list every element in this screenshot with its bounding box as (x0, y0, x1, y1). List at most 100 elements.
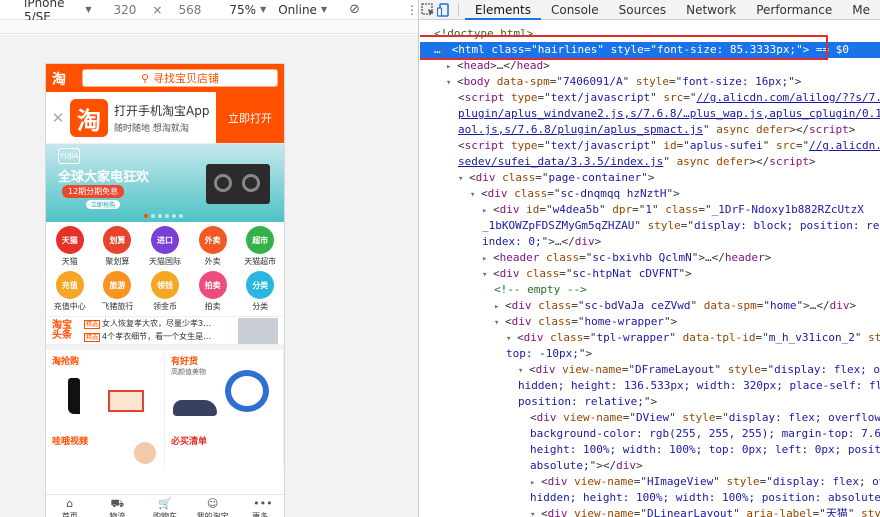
open-app-button[interactable]: 立即打开 (216, 92, 284, 143)
dom-node[interactable]: ▾ <div class="sc-htpNat cDVFNT"> (420, 266, 880, 282)
headline-logo: 淘宝 头条 (52, 320, 78, 341)
grid-item-label: 天猫超市 (244, 257, 277, 266)
promo-badge: YUJIA (58, 148, 80, 164)
dom-node[interactable]: <script type="text/javascript" id="aplus… (420, 138, 880, 154)
tab-console[interactable]: Console (541, 0, 609, 20)
tab-sources[interactable]: Sources (609, 0, 676, 20)
grid-item[interactable]: 进口 天猫国际 (141, 226, 189, 267)
tab-label: 首页 (61, 511, 78, 517)
more-options-icon[interactable]: ⋮ (406, 3, 418, 17)
width-input[interactable]: 320 (114, 3, 137, 17)
rotate-icon[interactable]: ⊘ (349, 2, 360, 17)
tab-label: 物流 (109, 511, 126, 517)
headline-text: 女人恢复孝大农，尽量少孝3… (102, 318, 212, 328)
height-input[interactable]: 568 (178, 3, 201, 17)
chevron-down-icon: ▼ (320, 5, 328, 14)
tab-home[interactable]: ⌂ 首页 (46, 495, 94, 517)
grid-item[interactable]: 超市 天猫超市 (236, 226, 284, 267)
tab-elements[interactable]: Elements (465, 0, 541, 20)
dom-node[interactable]: position: relative;"> (420, 394, 880, 410)
dom-node[interactable]: index: 0;">…</div> (420, 234, 880, 250)
search-placeholder: 寻找宝贝店铺 (153, 72, 220, 85)
dom-node[interactable]: height: 100%; width: 100%; top: 0px; lef… (420, 442, 880, 458)
dom-node[interactable]: ▾ <div view-name="DLinearLayout" aria-lab… (420, 506, 880, 517)
dom-node[interactable]: hidden; height: 136.533px; width: 320px;… (420, 378, 880, 394)
dom-node[interactable]: top: -10px;"> (420, 346, 880, 362)
taobao-app-icon: 淘 (70, 99, 108, 137)
dom-node[interactable]: background-color: rgb(255, 255, 255); ma… (420, 426, 880, 442)
dom-node[interactable]: hidden; height: 100%; width: 100%; posit… (420, 490, 880, 506)
ruler (0, 20, 418, 34)
device-toolbar-toggle-icon[interactable] (436, 0, 452, 20)
headline-text: 4个孝衣细节，看一个女生是… (102, 331, 212, 341)
promo-title: 全球大家电狂欢 (58, 170, 150, 185)
grid-item[interactable]: 充值 充值中心 (46, 271, 94, 312)
dom-node[interactable]: ▸ <div view-name="HImageView" style="disp… (420, 474, 880, 490)
close-icon[interactable]: ✕ (46, 92, 70, 143)
tab-logistics[interactable]: ⛟ 物流 (94, 495, 142, 517)
taobao-logo[interactable]: 淘 (52, 69, 74, 88)
search-bar[interactable]: ⚲ 寻找宝贝店铺 (82, 69, 278, 87)
grid-item[interactable]: 分类 分类 (236, 271, 284, 312)
tab-label: 更多 (252, 511, 269, 517)
dom-node[interactable]: ▾ <body data-spm="7406091/A" style="font-… (420, 74, 880, 90)
category-icon: 分类 (246, 271, 275, 299)
headline-item[interactable]: 精选 女人恢复孝大农，尽量少孝3… (84, 318, 232, 331)
tab-my-taobao[interactable]: ☺ 我的淘宝 (189, 495, 237, 517)
dom-node[interactable]: sedev/sufei_data/3.3.5/index.js" async d… (420, 154, 880, 170)
tab-network[interactable]: Network (676, 0, 746, 20)
category-icon-grid: 天猫 天猫 划算 聚划算 进口 天猫国际 外卖 外卖 超市天猫超市充值 充值中心 旅游 飞猪旅行 领钱领… (46, 222, 284, 316)
network-throttle-select[interactable]: Online ▼ (278, 3, 327, 17)
grid-item[interactable]: 划算 聚划算 (94, 226, 142, 267)
dom-node[interactable]: ▾ <div class="sc-dnqmqq hzNztH"> (420, 186, 880, 202)
dom-node[interactable]: ▸ <div id="w4dea5b" dpr="1" class="_1DrF-… (420, 202, 880, 218)
tab-performance[interactable]: Performance (746, 0, 842, 20)
grid-item-label: 天猫国际 (148, 257, 181, 266)
zoom-value: 75% (229, 2, 257, 17)
grid-item[interactable]: 拍卖 拍卖 (189, 271, 237, 312)
dom-node[interactable]: plugin/aplus_windvane2.js,s/7.6.8/…plus_… (420, 106, 880, 122)
feed-haohuo[interactable]: 有好货 高颜值美物 必买清单 (165, 350, 284, 470)
dom-tree: <!doctype html> …▾ <html class="hairlines"… (420, 20, 880, 517)
tab-cart[interactable]: 🛒 购物车 (141, 495, 189, 517)
zoom-select[interactable]: 75% ▼ (229, 3, 266, 17)
dom-node[interactable]: ▸ <div class="sc-bdVaJa ceZVwd" data-spm=… (420, 298, 880, 314)
dom-node[interactable]: aol.js,s/7.6.8/plugin/aplus_spmact.js" a… (420, 122, 880, 138)
inspect-element-icon[interactable] (420, 0, 436, 20)
grid-item[interactable]: 领钱 领金币 (141, 271, 189, 312)
grid-item-label: 充值中心 (53, 302, 86, 311)
dom-node[interactable]: <div view-name="DView" style="display: f… (420, 410, 880, 426)
app-banner-text: 打开手机淘宝App 随时随地 想淘就淘 (114, 92, 216, 143)
headline-tag: 精选 (84, 332, 101, 342)
dom-node[interactable]: ▾ <div class="tpl-wrapper" data-tpl-id="m… (420, 330, 880, 346)
dom-node[interactable]: ▸ <head>…</head> (420, 58, 880, 74)
dom-node[interactable]: <!-- empty --> (420, 282, 880, 298)
grid-item[interactable]: 外卖 外卖 (189, 226, 237, 267)
grid-item[interactable]: 天猫 天猫 (46, 226, 94, 267)
promo-carousel[interactable]: YUJIA 全球大家电狂欢 12期分期免息 立即抢购 (46, 144, 284, 222)
tab-me[interactable]: Me (842, 0, 880, 20)
headline-item[interactable]: 精选 4个孝衣细节，看一个女生是… (84, 331, 232, 344)
taobao-headline[interactable]: 淘宝 头条 精选 女人恢复孝大农，尽量少孝3… 精选 4个孝衣细节，看一个女生是… (46, 316, 284, 350)
bracelet-image (225, 370, 269, 412)
feed-qiang[interactable]: 淘抢购 哇哦视频 (46, 350, 165, 470)
tab-more[interactable]: ••• 更多 (236, 495, 284, 517)
grid-item[interactable]: 旅游 飞猪旅行 (94, 271, 142, 312)
grid-item-label: 拍卖 (204, 302, 221, 311)
dom-node[interactable]: absolute;"></div> (420, 458, 880, 474)
promo-subtitle: 12期分期免息 (62, 185, 125, 198)
feed-title-video[interactable]: 哇哦视频 (52, 434, 88, 447)
dom-node[interactable]: ▸ <header class="sc-bxivhb QclmN">…</head… (420, 250, 880, 266)
dom-node[interactable]: ▾ <div class="home-wrapper"> (420, 314, 880, 330)
category-icon: 天猫 (55, 226, 84, 254)
devtools-tabs: Elements Console Sources Network Performance… (465, 0, 880, 20)
mobile-page: 淘 ⚲ 寻找宝贝店铺 ✕ 淘 打开手机淘宝App 随时随地 想淘就淘 立即打开 … (45, 63, 285, 517)
dom-node[interactable]: ▾ <div view-name="DFrameLayout" style="di… (420, 362, 880, 378)
taobao-header: 淘 ⚲ 寻找宝贝店铺 (46, 64, 284, 92)
category-icon: 超市 (246, 226, 275, 254)
promo-button[interactable]: 立即抢购 (86, 200, 121, 209)
dom-node[interactable]: _1bKOWZpFDSZMyGm5qZHZAU" style="display:… (420, 218, 880, 234)
dom-node[interactable]: ▾ <div class="page-container"> (420, 170, 880, 186)
feed-title-must-buy[interactable]: 必买清单 (171, 434, 207, 447)
dom-node[interactable]: <script type="text/javascript" src="//g.… (420, 90, 880, 106)
